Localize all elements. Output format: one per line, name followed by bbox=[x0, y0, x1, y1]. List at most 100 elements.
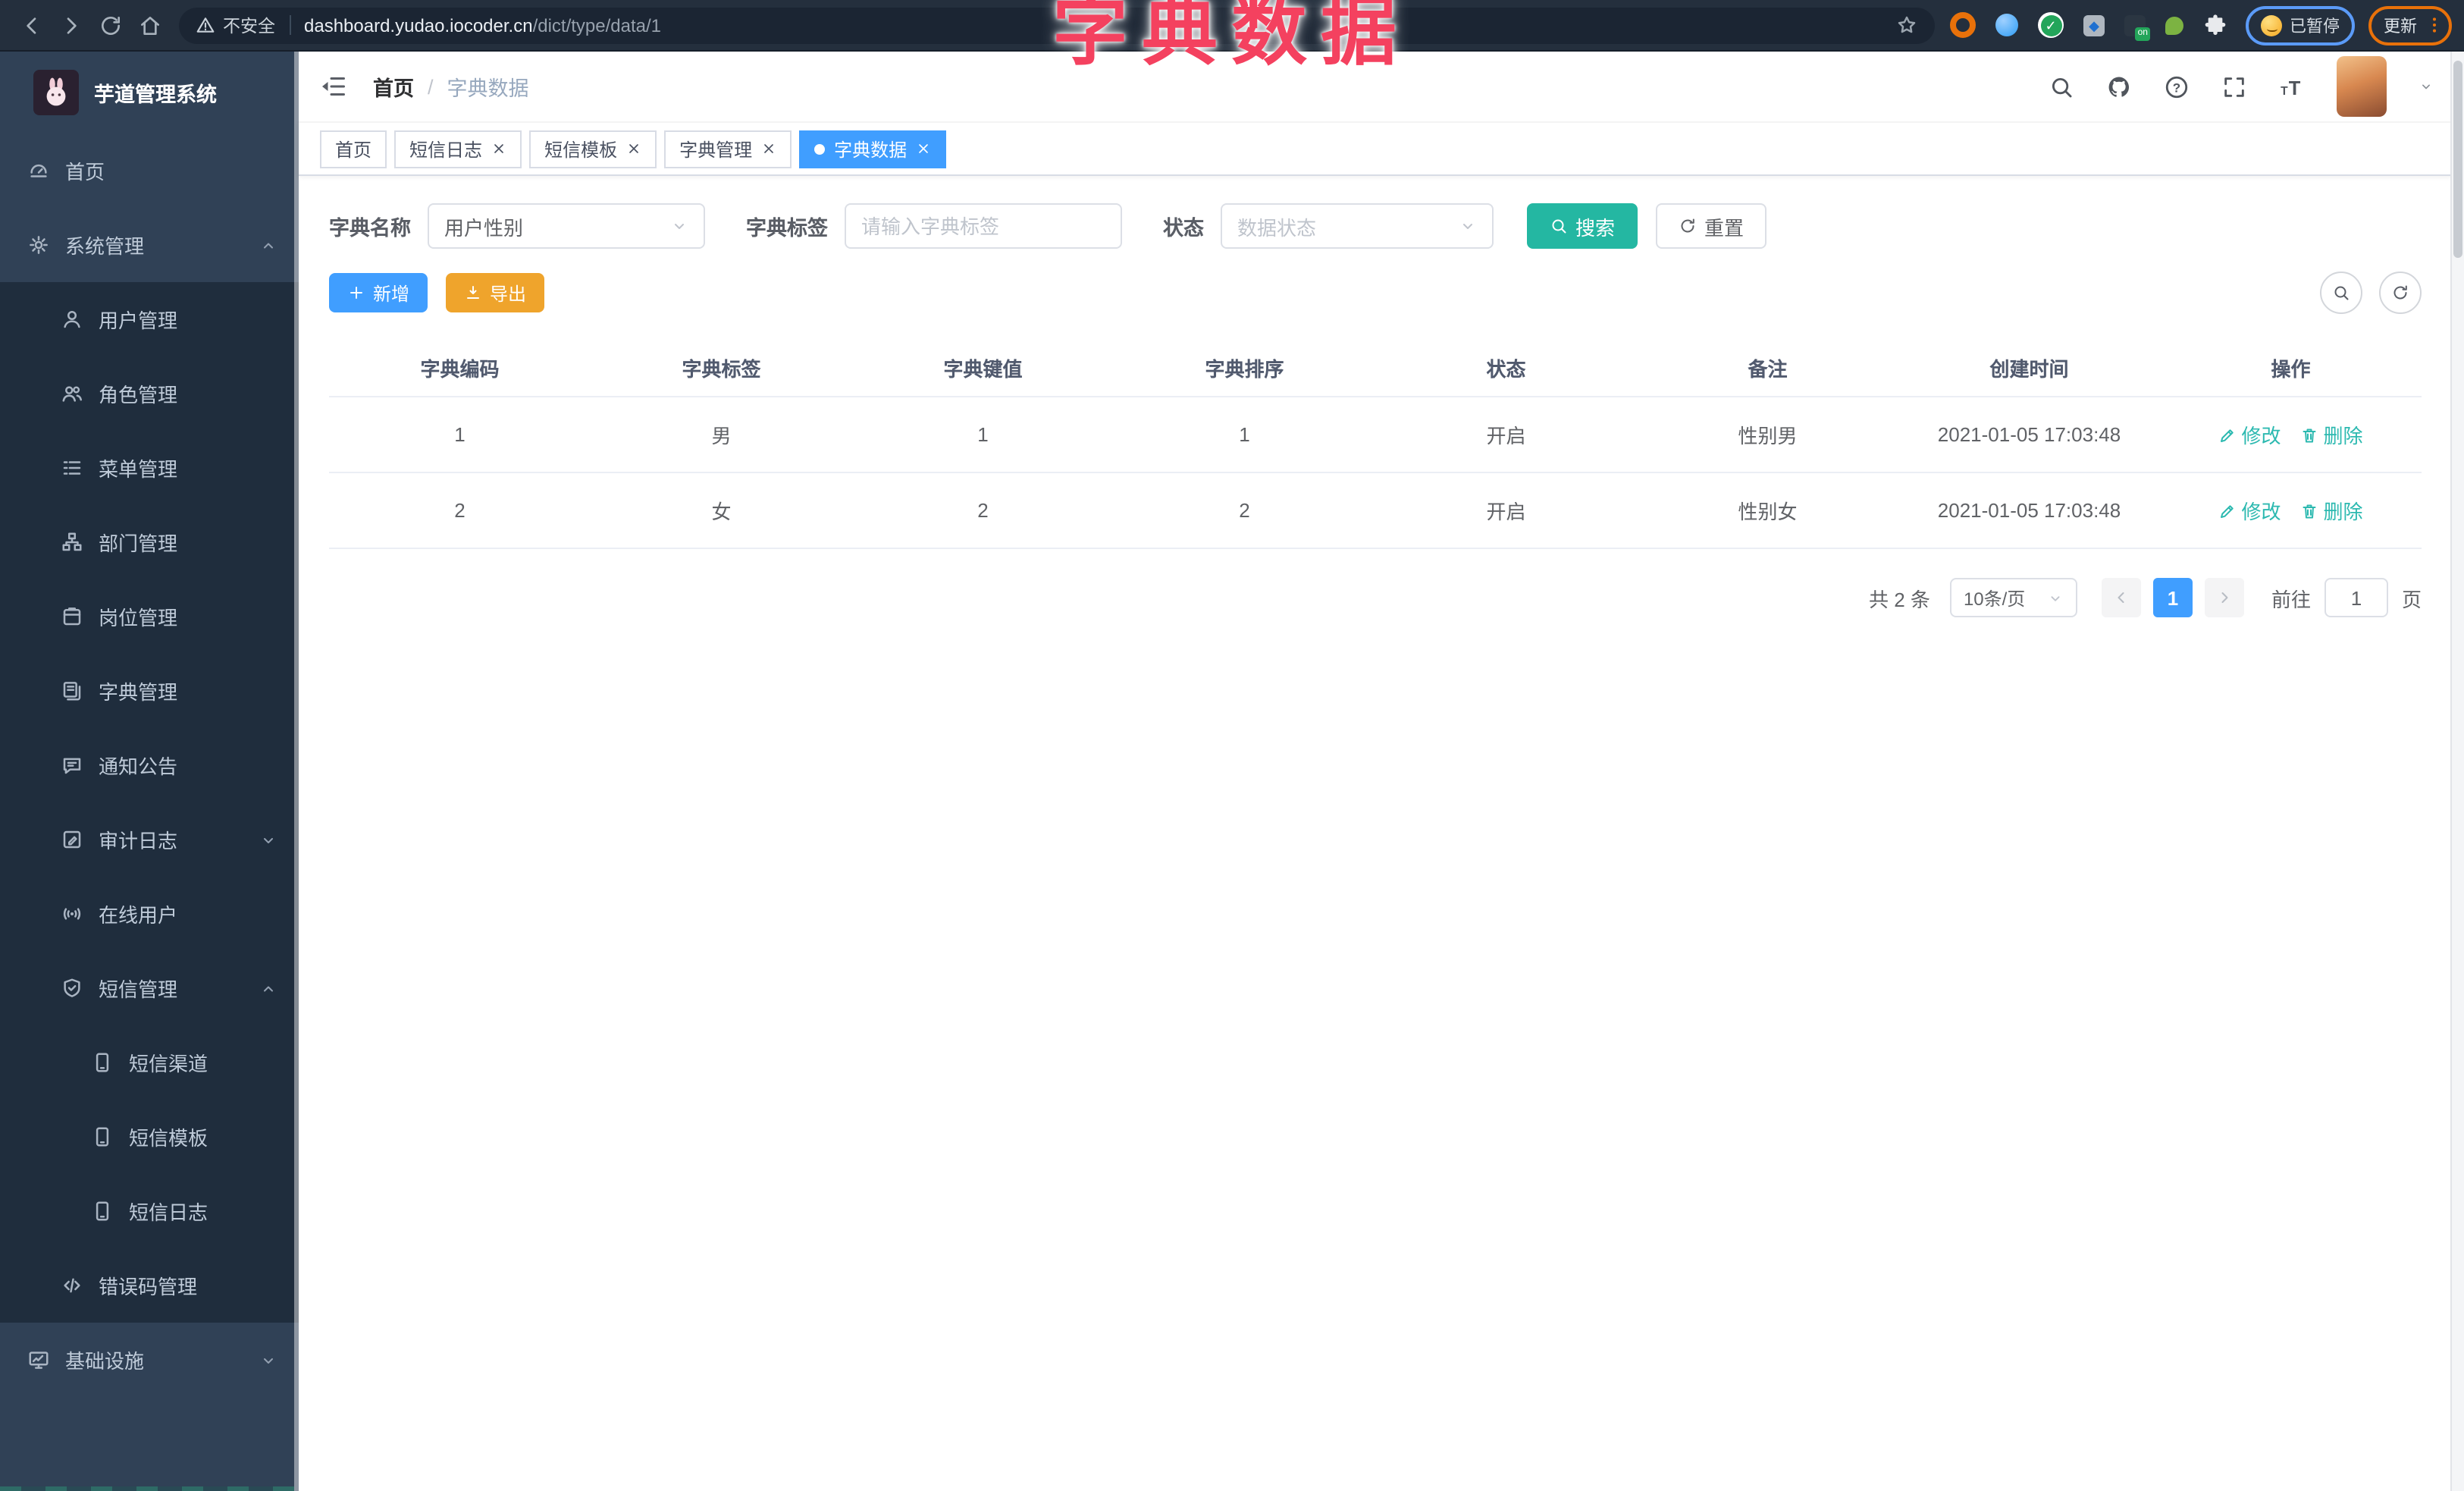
close-icon[interactable] bbox=[626, 141, 641, 156]
page-scrollbar[interactable] bbox=[2450, 52, 2464, 1491]
app-title: 芋道管理系统 bbox=[94, 83, 217, 106]
github-icon[interactable] bbox=[2106, 74, 2132, 99]
dict-tag-label: 字典标签 bbox=[746, 217, 828, 240]
megaphone-icon bbox=[61, 754, 83, 777]
extension-drop-icon[interactable] bbox=[1995, 14, 2018, 36]
header-search-icon[interactable] bbox=[2049, 74, 2074, 99]
extension-on-badge-icon[interactable] bbox=[2124, 14, 2150, 40]
page-content: 字典名称 用户性别 字典标签 状态 数据状态 bbox=[299, 176, 2452, 645]
user-avatar[interactable] bbox=[2337, 56, 2387, 117]
scrollbar-thumb[interactable] bbox=[2453, 61, 2462, 258]
address-bar[interactable]: 不安全 dashboard.yudao.iocoder.cn/dict/type… bbox=[179, 7, 1935, 43]
sidebar-item-7[interactable]: 字典管理 bbox=[0, 654, 299, 728]
search-button[interactable]: 搜索 bbox=[1527, 203, 1638, 249]
tabs-bar: 首页 短信日志 短信模板 字典管理 字典数据 bbox=[299, 121, 2452, 176]
sidebar-item-label: 审计日志 bbox=[99, 830, 178, 852]
sidebar-item-12[interactable]: 短信渠道 bbox=[0, 1025, 299, 1100]
tab-2[interactable]: 短信模板 bbox=[529, 130, 657, 168]
extension-donut-icon[interactable] bbox=[1950, 12, 1976, 38]
breadcrumb-home[interactable]: 首页 bbox=[373, 71, 414, 102]
prev-page-button[interactable] bbox=[2101, 578, 2141, 617]
sidebar-item-5[interactable]: 部门管理 bbox=[0, 505, 299, 579]
tab-label: 短信日志 bbox=[409, 139, 483, 160]
sidebar-item-15[interactable]: 错误码管理 bbox=[0, 1248, 299, 1323]
profile-paused-badge[interactable]: 已暂停 bbox=[2246, 5, 2355, 45]
browser-update-button[interactable]: 更新 bbox=[2368, 5, 2452, 45]
close-icon[interactable] bbox=[491, 141, 506, 156]
next-page-button[interactable] bbox=[2204, 578, 2244, 617]
badge-icon bbox=[61, 605, 83, 628]
sidebar-item-2[interactable]: 用户管理 bbox=[0, 282, 299, 356]
delete-button[interactable]: 删除 bbox=[2301, 420, 2363, 449]
sidebar-item-6[interactable]: 岗位管理 bbox=[0, 579, 299, 654]
export-button[interactable]: 导出 bbox=[446, 273, 545, 312]
sidebar-item-9[interactable]: 审计日志 bbox=[0, 802, 299, 877]
dict-name-select[interactable]: 用户性别 bbox=[428, 203, 705, 249]
phone-icon bbox=[91, 1051, 114, 1074]
sidebar-item-13[interactable]: 短信模板 bbox=[0, 1100, 299, 1174]
security-label: 不安全 bbox=[223, 17, 275, 36]
tab-4[interactable]: 字典数据 bbox=[799, 130, 947, 168]
column-header-7: 操作 bbox=[2160, 338, 2422, 397]
help-icon[interactable] bbox=[2164, 74, 2190, 99]
sidebar-item-4[interactable]: 菜单管理 bbox=[0, 431, 299, 505]
sidebar-item-label: 角色管理 bbox=[99, 384, 178, 406]
font-size-icon[interactable] bbox=[2279, 74, 2305, 99]
page-unit-label: 页 bbox=[2401, 588, 2422, 611]
sidebar-item-16[interactable]: 基础设施 bbox=[0, 1323, 299, 1397]
hamburger-icon[interactable] bbox=[320, 73, 347, 100]
tab-label: 短信模板 bbox=[544, 139, 618, 160]
app-logo[interactable]: 芋道管理系统 bbox=[0, 52, 299, 133]
tab-0[interactable]: 首页 bbox=[320, 130, 387, 168]
browser-forward-button[interactable] bbox=[52, 5, 91, 45]
browser-home-button[interactable] bbox=[130, 5, 170, 45]
tab-1[interactable]: 短信日志 bbox=[394, 130, 522, 168]
page-size-select[interactable]: 10条/页 bbox=[1949, 578, 2077, 617]
sidebar-bottom-strip bbox=[0, 1486, 294, 1491]
add-button[interactable]: 新增 bbox=[329, 273, 428, 312]
refresh-table-button[interactable] bbox=[2379, 272, 2422, 314]
toggle-search-button[interactable] bbox=[2320, 272, 2362, 314]
edit-button[interactable]: 修改 bbox=[2218, 496, 2281, 525]
close-icon[interactable] bbox=[916, 141, 931, 156]
reset-button[interactable]: 重置 bbox=[1656, 203, 1767, 249]
column-header-1: 字典标签 bbox=[591, 338, 852, 397]
cell-created: 2021-01-05 17:03:48 bbox=[1898, 472, 2160, 549]
trash-icon bbox=[2301, 501, 2319, 519]
sidebar-item-label: 在线用户 bbox=[99, 904, 178, 927]
page-number-button[interactable]: 1 bbox=[2152, 578, 2193, 617]
goto-page-input[interactable] bbox=[2324, 578, 2388, 617]
bookmark-star-icon[interactable] bbox=[1895, 14, 1918, 36]
extension-sprout-icon[interactable] bbox=[2165, 16, 2183, 34]
avatar-caret-down-icon[interactable] bbox=[2419, 79, 2434, 94]
sidebar-item-1[interactable]: 系统管理 bbox=[0, 208, 299, 282]
tab-3[interactable]: 字典管理 bbox=[664, 130, 792, 168]
home-icon bbox=[138, 13, 162, 37]
extension-diamond-icon[interactable] bbox=[2083, 14, 2105, 36]
cell-remark: 性别男 bbox=[1637, 397, 1898, 473]
table-body: 1 男 1 1 开启 性别男 2021-01-05 17:03:48 修改 删除 2 女 2 2 开启 性别… bbox=[329, 397, 2422, 549]
edit-button[interactable]: 修改 bbox=[2218, 420, 2281, 449]
active-tab-dot-icon bbox=[814, 143, 826, 154]
extensions-puzzle-icon[interactable] bbox=[2203, 13, 2227, 37]
extension-check-icon[interactable] bbox=[2038, 12, 2064, 38]
status-select[interactable]: 数据状态 bbox=[1221, 203, 1494, 249]
browser-back-button[interactable] bbox=[12, 5, 52, 45]
sidebar-item-0[interactable]: 首页 bbox=[0, 133, 299, 208]
sidebar-item-3[interactable]: 角色管理 bbox=[0, 356, 299, 431]
delete-button[interactable]: 删除 bbox=[2301, 496, 2363, 525]
browser-reload-button[interactable] bbox=[91, 5, 130, 45]
search-icon bbox=[1550, 217, 1568, 235]
sidebar-item-11[interactable]: 短信管理 bbox=[0, 951, 299, 1025]
dict-tag-input[interactable] bbox=[845, 203, 1122, 249]
close-icon[interactable] bbox=[761, 141, 776, 156]
fullscreen-icon[interactable] bbox=[2221, 74, 2247, 99]
code-icon bbox=[61, 1274, 83, 1297]
sidebar-item-8[interactable]: 通知公告 bbox=[0, 728, 299, 802]
sidebar-item-10[interactable]: 在线用户 bbox=[0, 877, 299, 951]
cell-created: 2021-01-05 17:03:48 bbox=[1898, 397, 2160, 473]
kebab-menu-icon[interactable] bbox=[2425, 15, 2444, 35]
table-toolbar: 新增 导出 bbox=[329, 272, 2422, 314]
rabbit-icon bbox=[38, 74, 74, 111]
sidebar-item-14[interactable]: 短信日志 bbox=[0, 1174, 299, 1248]
